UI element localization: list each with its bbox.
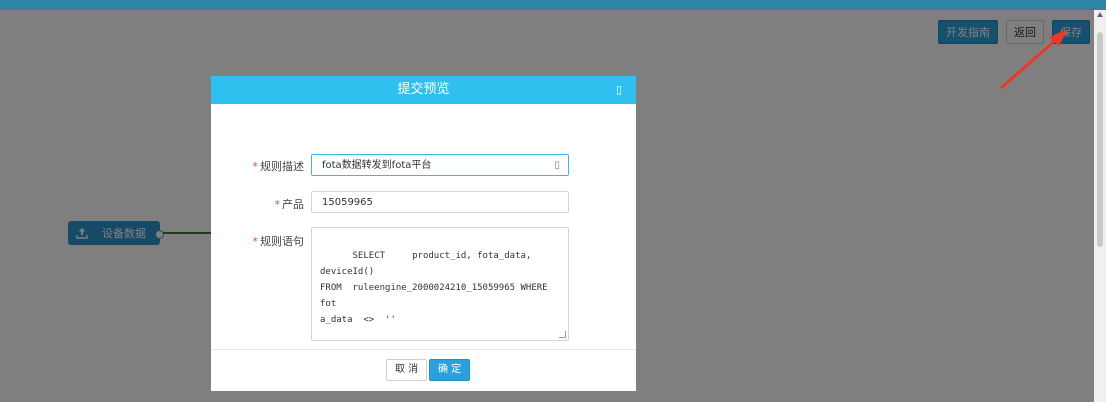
input-clear-icon[interactable]: ▯	[554, 155, 560, 177]
description-input[interactable]: fota数据转发到fota平台 ▯	[311, 154, 569, 176]
product-row: * 产品	[211, 196, 307, 212]
dialog-title: 提交预览	[397, 82, 450, 97]
statement-label: * 规则语句	[252, 235, 305, 248]
dialog-footer: 取 消 确 定	[211, 349, 636, 392]
cancel-button[interactable]: 取 消	[386, 359, 428, 381]
dialog-header: 提交预览 ▯	[211, 76, 636, 104]
product-label: * 产品	[274, 198, 305, 211]
statement-value: SELECT product_id, fota_data, deviceId()…	[320, 251, 548, 325]
statement-row: * 规则语句	[211, 233, 307, 249]
product-input[interactable]: 15059965	[311, 191, 569, 213]
statement-textarea[interactable]: SELECT product_id, fota_data, deviceId()…	[311, 227, 569, 341]
product-value: 15059965	[322, 197, 373, 208]
description-label: * 规则描述	[252, 160, 305, 173]
submit-preview-dialog: 提交预览 ▯ * 规则描述 fota数据转发到fota平台 ▯ * 产品 15059…	[211, 76, 636, 391]
description-row: * 规则描述	[211, 158, 307, 174]
resize-handle-icon[interactable]	[559, 331, 566, 338]
required-mark: *	[274, 198, 281, 211]
required-mark: *	[252, 235, 259, 248]
description-value: fota数据转发到fota平台	[322, 160, 432, 171]
maximize-icon[interactable]: ▯	[616, 76, 622, 104]
confirm-button[interactable]: 确 定	[429, 359, 471, 381]
required-mark: *	[252, 160, 259, 173]
